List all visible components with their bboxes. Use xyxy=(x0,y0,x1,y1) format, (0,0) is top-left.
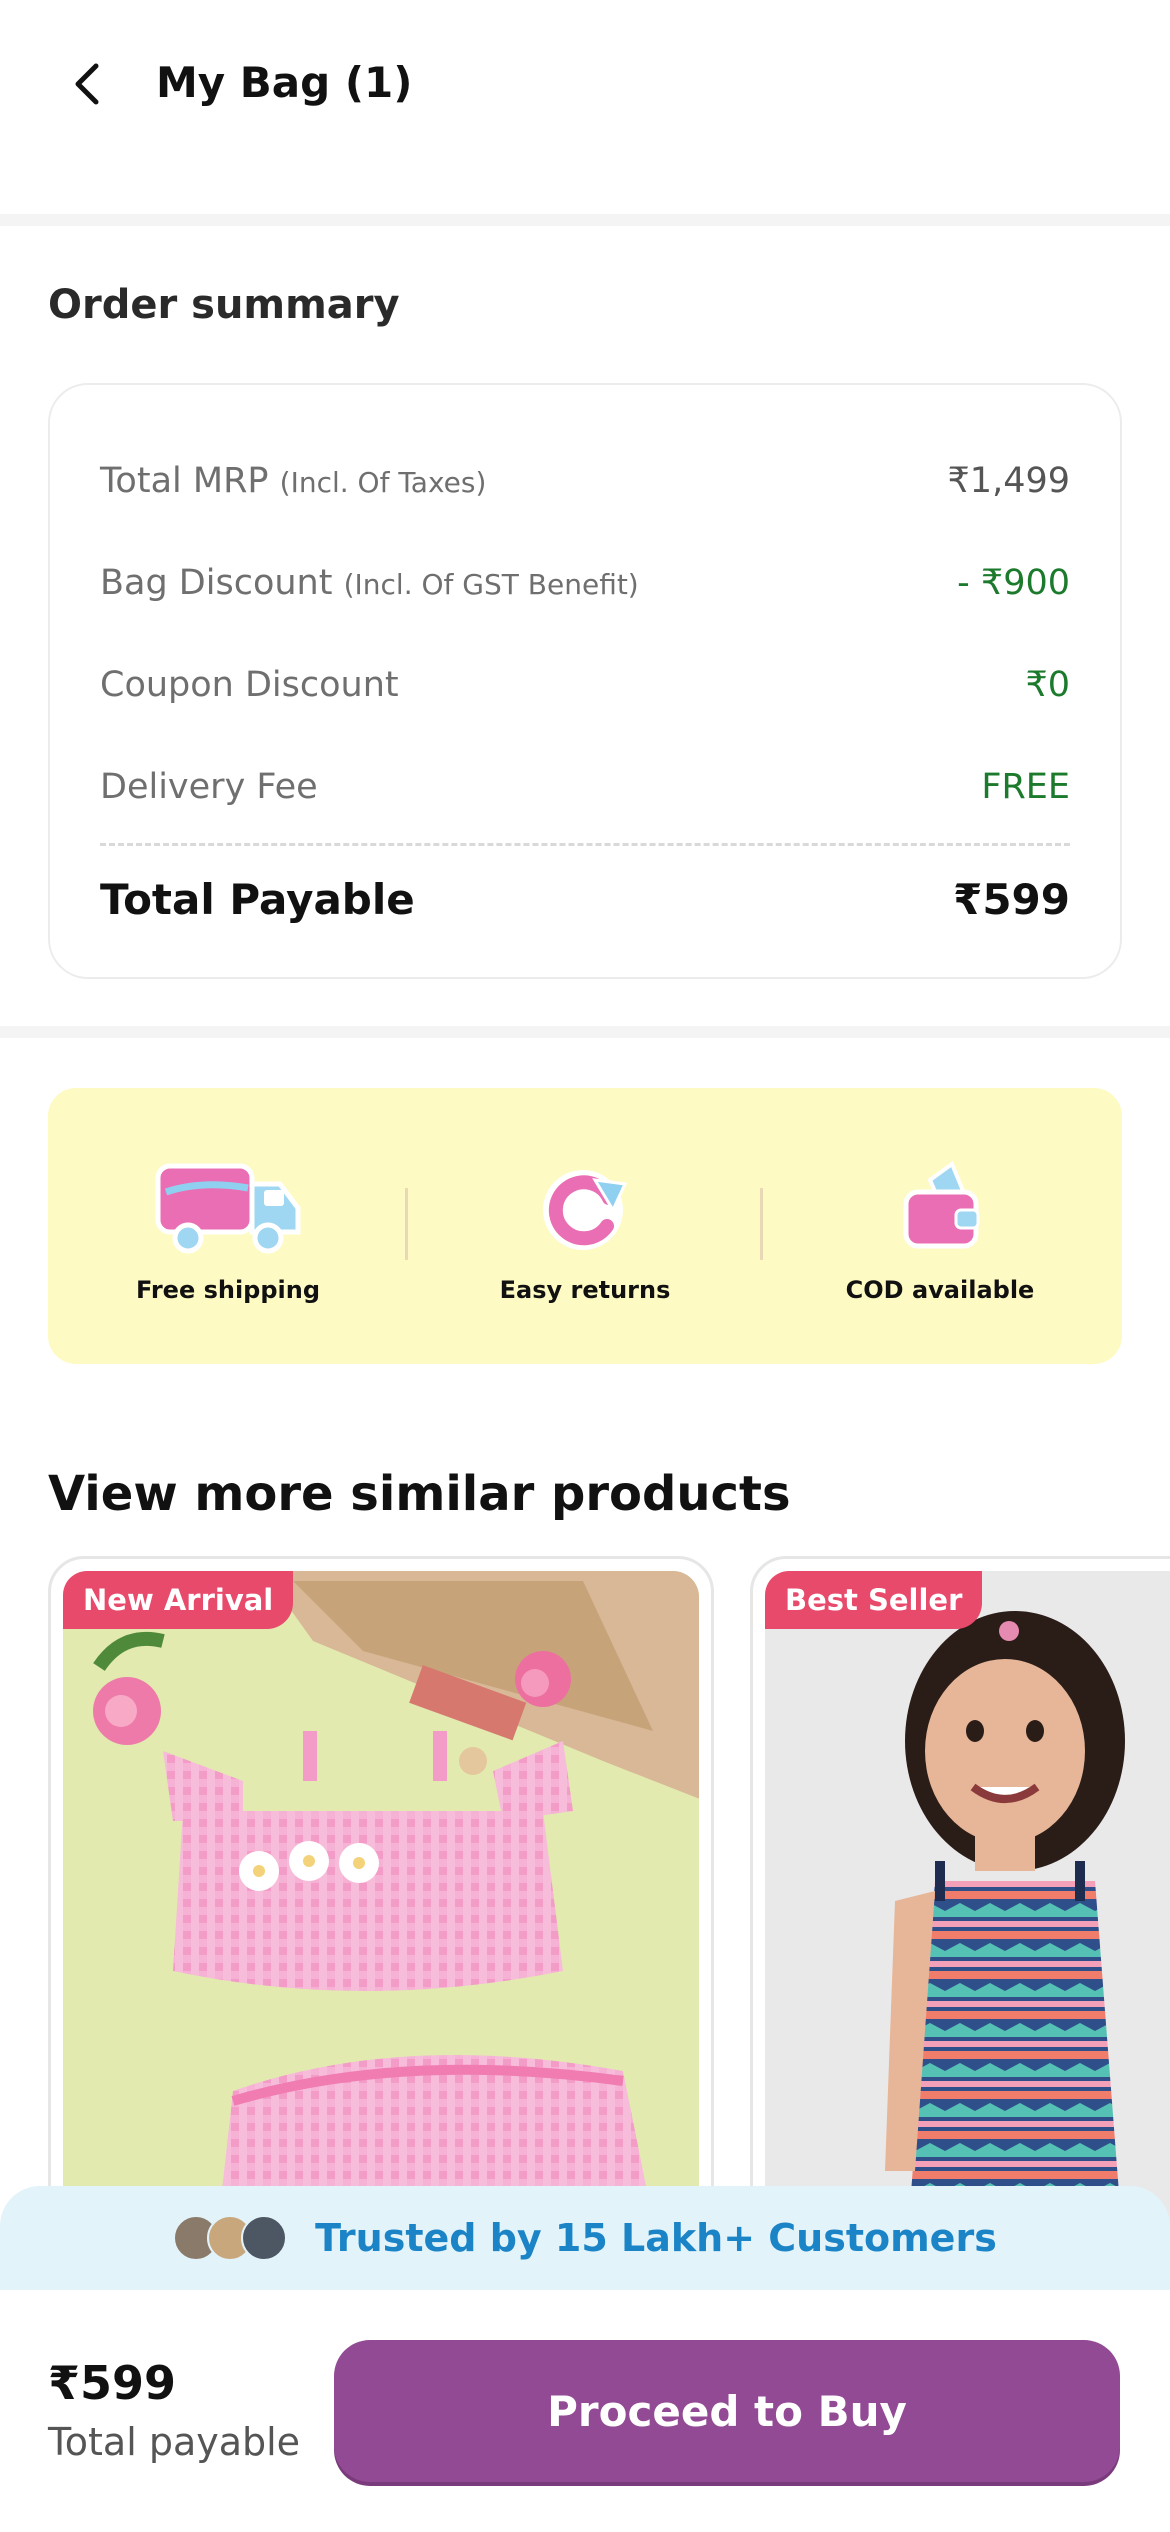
chevron-left-icon xyxy=(75,63,99,105)
similar-products-title: View more similar products xyxy=(48,1466,791,1522)
avatar xyxy=(241,2215,288,2261)
summary-row-total: Total Payable ₹599 xyxy=(100,875,1070,924)
header: My Bag (1) xyxy=(0,0,1170,218)
divider xyxy=(0,214,1170,226)
summary-label: Coupon Discount xyxy=(100,665,399,705)
benefit-label: Free shipping xyxy=(135,1276,321,1304)
return-icon xyxy=(543,1170,628,1250)
benefits-banner: Free shipping Easy returns COD available xyxy=(48,1088,1122,1364)
summary-label: Bag Discount (Incl. Of GST Benefit) xyxy=(100,563,639,603)
summary-value: FREE xyxy=(981,767,1070,807)
order-summary-card: Total MRP (Incl. Of Taxes) ₹1,499 Bag Di… xyxy=(48,383,1122,979)
total-payable-value: ₹599 xyxy=(953,875,1070,924)
checkout-bar: ₹599 Total payable Proceed to Buy xyxy=(0,2290,1170,2532)
product-image[interactable] xyxy=(63,1571,699,2253)
benefit-label: Easy returns xyxy=(499,1276,671,1304)
footer-price: ₹599 xyxy=(48,2356,177,2410)
divider xyxy=(405,1188,408,1260)
summary-value: ₹0 xyxy=(1025,665,1070,705)
girl-printed-jumpsuit-image xyxy=(765,1571,1170,2253)
summary-row-mrp: Total MRP (Incl. Of Taxes) ₹1,499 xyxy=(100,461,1070,501)
summary-row-coupon: Coupon Discount ₹0 xyxy=(100,665,1070,705)
summary-value: - ₹900 xyxy=(957,563,1070,603)
summary-row-bag-discount: Bag Discount (Incl. Of GST Benefit) - ₹9… xyxy=(100,563,1070,603)
benefit-free-shipping: Free shipping xyxy=(58,1088,398,1364)
divider xyxy=(760,1188,763,1260)
product-card[interactable]: Best Seller xyxy=(750,1556,1170,2256)
dashed-divider xyxy=(100,843,1070,846)
summary-value: ₹1,499 xyxy=(947,461,1070,501)
total-payable-label: Total Payable xyxy=(100,875,415,924)
truck-icon xyxy=(155,1163,301,1254)
summary-label: Delivery Fee xyxy=(100,767,318,807)
benefit-easy-returns: Easy returns xyxy=(415,1088,755,1364)
trust-text: Trusted by 15 Lakh+ Customers xyxy=(315,2216,997,2260)
order-summary-title: Order summary xyxy=(48,282,400,328)
new-arrival-badge: New Arrival xyxy=(63,1571,294,1629)
customer-avatars xyxy=(173,2215,288,2261)
back-button[interactable] xyxy=(52,48,124,120)
summary-label: Total MRP (Incl. Of Taxes) xyxy=(100,461,487,501)
best-seller-badge: Best Seller xyxy=(765,1571,983,1629)
footer-price-label: Total payable xyxy=(48,2420,301,2464)
product-card[interactable]: New Arrival xyxy=(48,1556,714,2256)
proceed-to-buy-button[interactable]: Proceed to Buy xyxy=(334,2340,1120,2482)
summary-row-delivery: Delivery Fee FREE xyxy=(100,767,1070,807)
wallet-icon xyxy=(903,1160,980,1249)
product-image[interactable] xyxy=(765,1571,1170,2253)
benefit-cod: COD available xyxy=(770,1088,1110,1364)
benefit-label: COD available xyxy=(845,1276,1035,1304)
pink-gingham-outfit-image xyxy=(63,1571,699,2253)
trust-banner: Trusted by 15 Lakh+ Customers xyxy=(0,2186,1170,2290)
divider xyxy=(0,1026,1170,1038)
page-title: My Bag (1) xyxy=(156,58,413,107)
